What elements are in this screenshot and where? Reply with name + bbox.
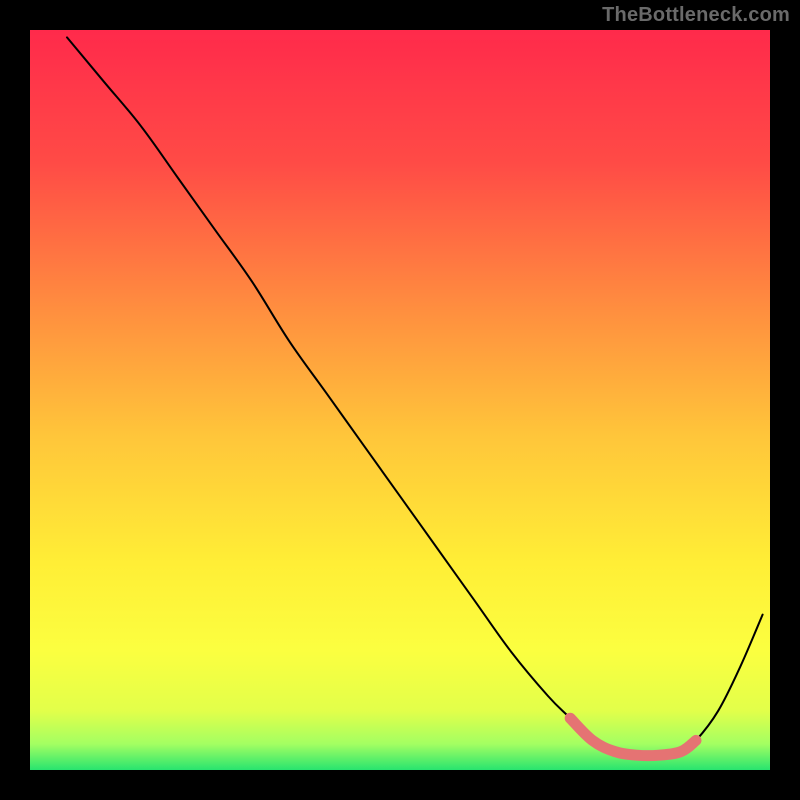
bottleneck-chart — [0, 0, 800, 800]
watermark-text: TheBottleneck.com — [602, 4, 790, 27]
chart-container: TheBottleneck.com — [0, 0, 800, 800]
plot-background — [30, 30, 770, 770]
